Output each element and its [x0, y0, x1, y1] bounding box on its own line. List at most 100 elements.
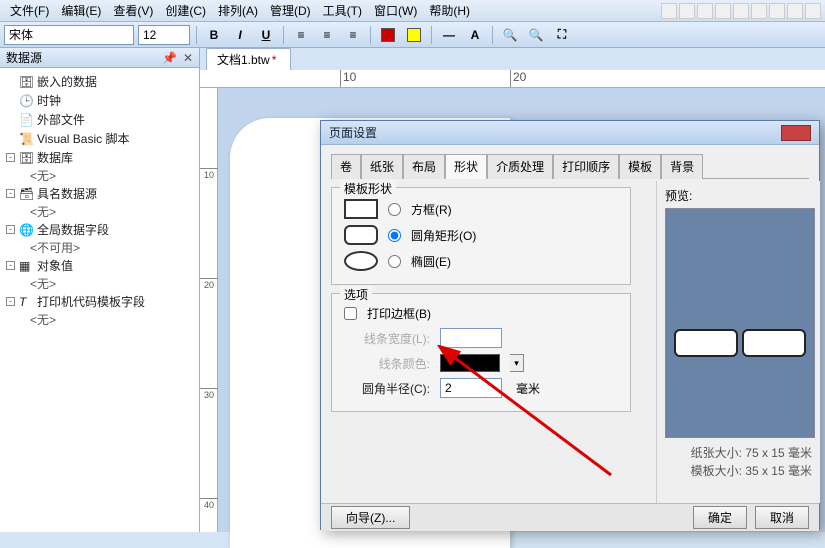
shape-rrect-radio[interactable] [388, 229, 401, 242]
tree-clock[interactable]: -🕒时钟 [2, 91, 197, 110]
tree-object-value[interactable]: -▦对象值 [2, 256, 197, 275]
menu-view[interactable]: 查看(V) [107, 0, 159, 21]
shape-button[interactable]: A [464, 25, 486, 45]
menu-edit[interactable]: 编辑(E) [55, 0, 107, 21]
object-icon: ▦ [19, 259, 33, 273]
shape-group: 模板形状 方框(R) 圆角矩形(O) 椭圆(E) [331, 187, 631, 285]
twisty-icon[interactable]: - [6, 297, 15, 306]
tree-embedded-data[interactable]: -🗄嵌入的数据 [2, 72, 197, 91]
save-icon[interactable] [697, 3, 713, 19]
bold-button[interactable]: B [203, 25, 225, 45]
pin-icon[interactable]: 📌 [162, 51, 177, 65]
menu-tools[interactable]: 工具(T) [317, 0, 368, 21]
zoom-out-button[interactable]: 🔍 [525, 25, 547, 45]
menu-manage[interactable]: 管理(D) [264, 0, 317, 21]
font-size-select[interactable] [138, 25, 190, 45]
tree-vbscript[interactable]: -📜Visual Basic 脚本 [2, 129, 197, 148]
line-width-input [440, 328, 502, 348]
open-icon[interactable] [679, 3, 695, 19]
undo-icon[interactable] [787, 3, 803, 19]
menu-help[interactable]: 帮助(H) [423, 0, 476, 21]
font-name-select[interactable] [4, 25, 134, 45]
folder-icon: 📄 [19, 113, 33, 127]
tab-paper[interactable]: 纸张 [361, 154, 403, 179]
options-group-label: 选项 [340, 286, 372, 303]
dialog-tabs: 卷 纸张 布局 形状 介质处理 打印顺序 模板 背景 [331, 153, 809, 179]
cut-icon[interactable] [733, 3, 749, 19]
format-toolbar: B I U ≡ ≡ ≡ — A 🔍 🔍 ⛶ [0, 22, 825, 48]
options-group: 选项 打印边框(B) 线条宽度(L): 线条颜色: ▾ 圆角半径(C): 毫米 [331, 293, 631, 412]
menu-arrange[interactable]: 排列(A) [212, 0, 264, 21]
text-icon: T [19, 295, 33, 309]
shape-ellipse-radio[interactable] [388, 255, 401, 268]
preview-label: 预览: [665, 187, 812, 204]
rect-icon [344, 199, 378, 219]
tab-layout[interactable]: 布局 [403, 154, 445, 179]
tab-order[interactable]: 打印顺序 [553, 154, 619, 179]
dialog-titlebar[interactable]: 页面设置 [321, 121, 819, 145]
close-icon[interactable] [781, 125, 811, 141]
shape-rect-radio[interactable] [388, 203, 401, 216]
tree-named-ds[interactable]: -🗃具名数据源 [2, 184, 197, 203]
tab-template[interactable]: 模板 [619, 154, 661, 179]
corner-radius-row[interactable]: 圆角半径(C): 毫米 [342, 375, 620, 401]
wizard-button[interactable]: 向导(Z)... [331, 506, 410, 529]
align-center-button[interactable]: ≡ [316, 25, 338, 45]
menu-window[interactable]: 窗口(W) [368, 0, 423, 21]
shape-rect-row[interactable]: 方框(R) [342, 196, 620, 222]
underline-button[interactable]: U [255, 25, 277, 45]
preview-info: 纸张大小: 75 x 15 毫米 模板大小: 35 x 15 毫米 [665, 444, 812, 480]
print-icon[interactable] [715, 3, 731, 19]
new-icon[interactable] [661, 3, 677, 19]
tree-printer-code[interactable]: -T打印机代码模板字段 [2, 292, 197, 311]
close-pane-icon[interactable]: ✕ [183, 51, 193, 65]
twisty-icon[interactable]: - [6, 189, 15, 198]
menu-bar: 文件(F) 编辑(E) 查看(V) 创建(C) 排列(A) 管理(D) 工具(T… [0, 0, 825, 22]
named-ds-icon: 🗃 [19, 187, 33, 201]
paste-icon[interactable] [769, 3, 785, 19]
sidebar-header: 数据源 📌 ✕ [0, 48, 199, 68]
align-left-button[interactable]: ≡ [290, 25, 312, 45]
tree-external-file[interactable]: -📄外部文件 [2, 110, 197, 129]
datasource-tree[interactable]: -🗄嵌入的数据 -🕒时钟 -📄外部文件 -📜Visual Basic 脚本 -🗄… [0, 68, 199, 332]
tree-database[interactable]: -🗄数据库 [2, 148, 197, 167]
fit-button[interactable]: ⛶ [551, 25, 573, 45]
dialog-footer: 向导(Z)... 确定 取消 [321, 503, 819, 531]
page-setup-dialog: 页面设置 卷 纸张 布局 形状 介质处理 打印顺序 模板 背景 模板形状 方框(… [320, 120, 820, 530]
twisty-icon[interactable]: - [6, 225, 15, 234]
copy-icon[interactable] [751, 3, 767, 19]
tab-media[interactable]: 介质处理 [487, 154, 553, 179]
tab-roll[interactable]: 卷 [331, 154, 361, 179]
shape-rrect-row[interactable]: 圆角矩形(O) [342, 222, 620, 248]
print-border-row[interactable]: 打印边框(B) [342, 302, 620, 325]
text-color-button[interactable] [377, 25, 399, 45]
line-width-row: 线条宽度(L): [342, 325, 620, 351]
zoom-in-button[interactable]: 🔍 [499, 25, 521, 45]
cancel-button[interactable]: 取消 [755, 506, 809, 529]
menu-create[interactable]: 创建(C) [159, 0, 212, 21]
tree-object-value-empty: <无> [2, 275, 197, 292]
tree-global-fields[interactable]: -🌐全局数据字段 [2, 220, 197, 239]
preview-pane: 预览: 纸张大小: 75 x 15 毫米 模板大小: 35 x 15 毫米 [656, 181, 820, 503]
redo-icon[interactable] [805, 3, 821, 19]
align-right-button[interactable]: ≡ [342, 25, 364, 45]
document-tab[interactable]: 文档1.btw* [206, 48, 291, 70]
tab-shape[interactable]: 形状 [445, 154, 487, 179]
fill-color-button[interactable] [403, 25, 425, 45]
menu-file[interactable]: 文件(F) [4, 0, 55, 21]
corner-radius-input[interactable] [440, 378, 502, 398]
globe-icon: 🌐 [19, 223, 33, 237]
line-style-button[interactable]: — [438, 25, 460, 45]
twisty-icon[interactable]: - [6, 261, 15, 270]
tab-background[interactable]: 背景 [661, 154, 703, 179]
ok-button[interactable]: 确定 [693, 506, 747, 529]
italic-button[interactable]: I [229, 25, 251, 45]
shape-ellipse-row[interactable]: 椭圆(E) [342, 248, 620, 274]
sidebar-title: 数据源 [6, 49, 42, 66]
print-border-checkbox[interactable] [344, 307, 357, 320]
dialog-body: 卷 纸张 布局 形状 介质处理 打印顺序 模板 背景 模板形状 方框(R) 圆角… [321, 145, 819, 503]
quick-toolbar [661, 3, 821, 19]
shape-group-label: 模板形状 [340, 180, 396, 197]
preview-shape [742, 329, 806, 357]
twisty-icon[interactable]: - [6, 153, 15, 162]
